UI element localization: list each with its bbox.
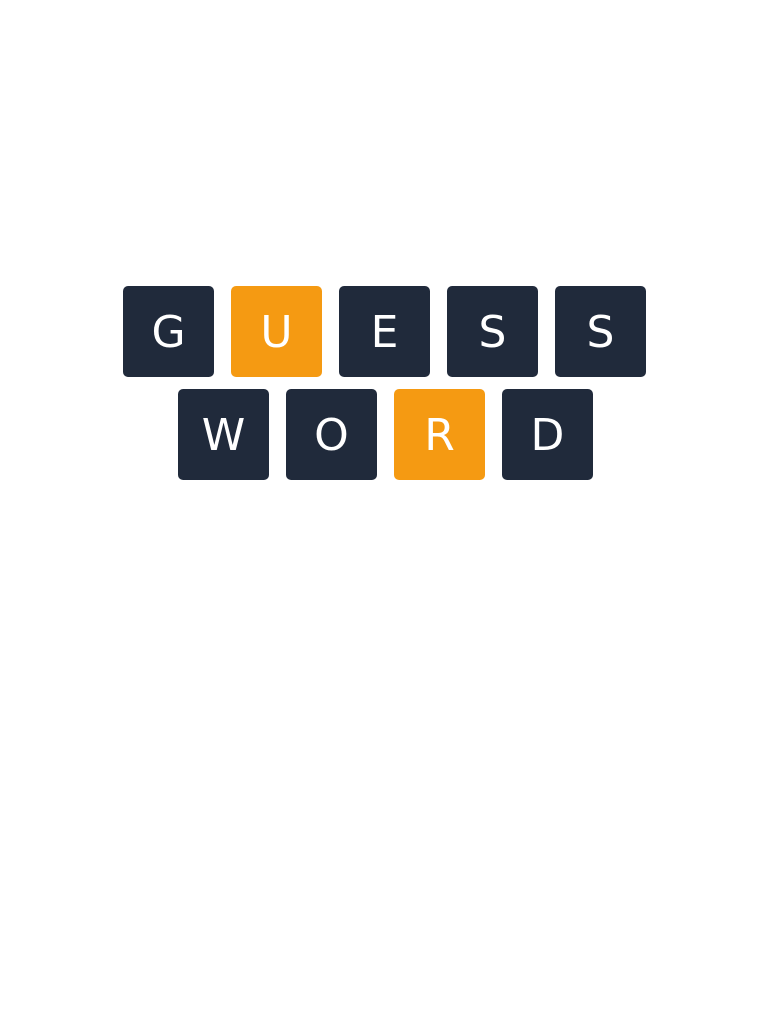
tile-letter: O <box>314 409 349 461</box>
letter-tile-d: D <box>502 389 593 480</box>
letter-tile-o: O <box>286 389 377 480</box>
tile-letter: U <box>260 306 293 358</box>
letter-tile-g: G <box>123 286 214 377</box>
tile-letter: W <box>201 409 246 461</box>
tile-letter: S <box>586 306 615 358</box>
tile-letter: S <box>478 306 507 358</box>
letter-tile-u: U <box>231 286 322 377</box>
letter-tile-s: S <box>447 286 538 377</box>
tile-letter: D <box>530 409 565 461</box>
tile-letter: E <box>370 306 399 358</box>
tile-letter: R <box>424 409 455 461</box>
letter-tile-e: E <box>339 286 430 377</box>
tile-letter: G <box>151 306 186 358</box>
logo-row-word: W O R D <box>178 389 593 480</box>
letter-tile-w: W <box>178 389 269 480</box>
guess-word-logo: G U E S S W O R D <box>0 0 768 1024</box>
logo-row-guess: G U E S S <box>123 286 646 377</box>
letter-tile-r: R <box>394 389 485 480</box>
letter-tile-s: S <box>555 286 646 377</box>
